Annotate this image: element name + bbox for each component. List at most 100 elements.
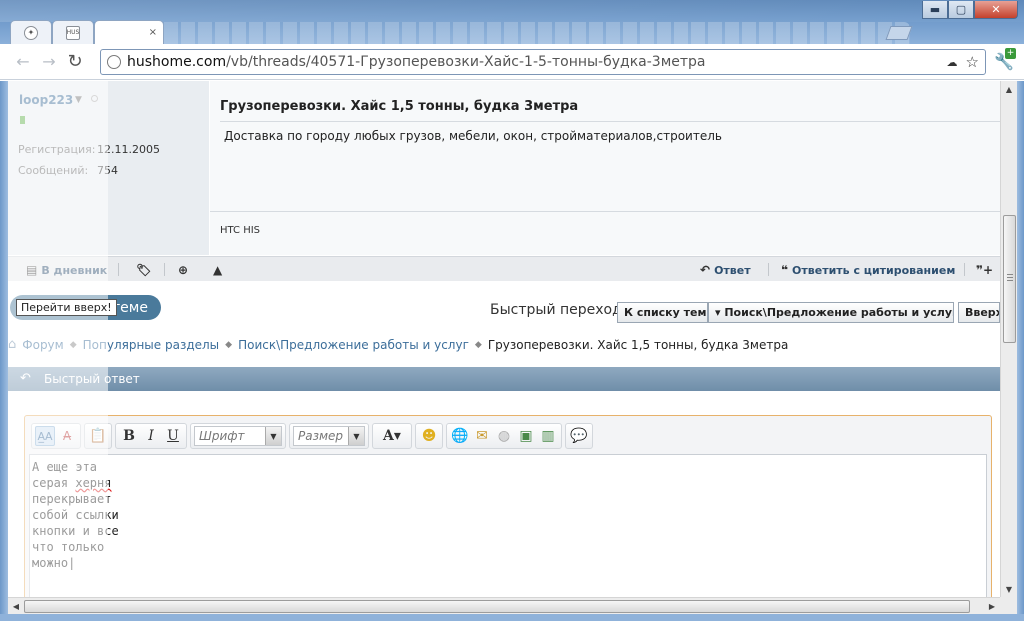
minimize-button[interactable]: ▬ [922, 1, 948, 19]
window-controls: ▬ ▢ ✕ [922, 1, 1018, 19]
close-window-button[interactable]: ✕ [974, 1, 1018, 19]
smilie-group: ☻ [415, 423, 443, 449]
font-select[interactable]: Шрифт ▼ [194, 426, 282, 446]
smilie-icon[interactable]: ☻ [419, 426, 439, 446]
breadcrumb-arrow-icon: ◆ [225, 339, 233, 350]
quote-icon: ❝ [781, 263, 789, 277]
home-icon[interactable]: ⌂ [8, 337, 16, 352]
post-signature: HTC HIS [220, 225, 261, 236]
horizontal-scrollbar[interactable]: ◀ ▶ [8, 597, 1000, 614]
forum-jump-button[interactable]: ▾ Поиск\Предложение работы и услуг [708, 302, 954, 323]
video-icon[interactable]: ▥ [538, 426, 558, 446]
quote-icon[interactable]: 💬 [569, 426, 589, 446]
breadcrumb-arrow-icon: ◆ [69, 339, 77, 350]
email-icon[interactable]: ✉ [472, 426, 492, 446]
tab-mercedes[interactable]: ✦ [10, 20, 52, 44]
multi-quote-icon[interactable]: ❞+ [976, 263, 993, 277]
window-frame-right [1017, 81, 1024, 621]
quick-reply-icon: ↶ [20, 371, 31, 386]
scroll-right-arrow-icon[interactable]: ▶ [984, 598, 1000, 614]
url-text: hushome.com/vb/threads/40571-Грузоперево… [127, 54, 706, 70]
quote-group: 💬 [565, 423, 593, 449]
font-group: Шрифт ▼ [190, 423, 286, 449]
footer-separator [164, 263, 165, 276]
thread-nav-pill-label[interactable]: теме [112, 300, 148, 316]
remove-format-icon[interactable]: A̶ [57, 426, 77, 446]
breadcrumb-arrow-icon: ◆ [474, 339, 482, 350]
breadcrumb: ⌂ Форум ◆ Популярные разделы ◆ Поиск\Пре… [8, 337, 788, 352]
chevron-down-icon: ▼ [348, 427, 364, 445]
size-group: Размер ▼ [289, 423, 369, 449]
reply-button[interactable]: ↶ Ответ [700, 263, 751, 277]
image-icon[interactable]: ▣ [516, 426, 536, 446]
reload-button[interactable]: ↻ [62, 49, 88, 75]
translate-icon[interactable]: ☁ [947, 56, 958, 71]
page-viewport: loop223 ▼ Регистрация: 12.11.2005 Сообще… [8, 81, 1000, 597]
window-frame-bottom [0, 614, 1024, 621]
extension-badge-icon[interactable]: + [1005, 48, 1016, 59]
page-info-icon[interactable] [107, 55, 121, 69]
reputation-bar [20, 116, 25, 124]
horizontal-scroll-thumb[interactable] [24, 600, 970, 613]
footer-separator [118, 263, 119, 276]
maximize-button[interactable]: ▢ [948, 1, 974, 19]
wysiwyg-mode-icon[interactable]: A̲A [35, 426, 55, 446]
registration-row: Регистрация: 12.11.2005 [18, 143, 160, 156]
title-divider [220, 121, 1000, 122]
format-group: B I U [115, 423, 187, 449]
quick-nav-label: Быстрый переход [490, 302, 622, 318]
offline-status-icon [91, 95, 98, 102]
report-globe-icon[interactable]: ⊕ [178, 263, 188, 277]
browser-toolbar: ← → ↻ hushome.com/vb/threads/40571-Грузо… [0, 44, 1024, 80]
scroll-down-arrow-icon[interactable]: ▼ [1001, 581, 1017, 597]
breadcrumb-current: Грузоперевозки. Хайс 1,5 тонны, будка 3м… [487, 337, 789, 352]
misspelled-word: херня [75, 476, 112, 490]
post-footer: ▤ В дневник 🏷 ⊕ ▲ ↶ Ответ ❝ Ответить с ц… [8, 256, 1000, 281]
text-cursor: | [68, 556, 76, 570]
window-frame-left [0, 81, 8, 621]
tab-hus[interactable]: HUS [52, 20, 94, 44]
vertical-scrollbar[interactable]: ▲ ▼ [1000, 81, 1017, 597]
breadcrumb-popular[interactable]: Популярные разделы [83, 338, 220, 352]
bookmark-star-icon[interactable]: ☆ [966, 53, 979, 71]
unlink-icon[interactable]: ◍ [494, 426, 514, 446]
address-bar[interactable]: hushome.com/vb/threads/40571-Грузоперево… [100, 49, 986, 75]
size-select[interactable]: Размер ▼ [293, 426, 365, 446]
footer-separator [964, 263, 965, 276]
forward-button[interactable]: → [36, 49, 62, 75]
reply-with-quote-button[interactable]: ❝ Ответить с цитированием [781, 263, 955, 277]
tag-icon[interactable]: 🏷 [136, 263, 151, 277]
goto-top-tooltip: Перейти вверх! [16, 299, 117, 316]
user-menu-caret-icon[interactable]: ▼ [75, 95, 82, 105]
scroll-up-button[interactable]: Вверх [958, 302, 1000, 323]
font-color-icon[interactable]: A▾ [376, 426, 408, 446]
link-icon[interactable]: 🌐 [450, 426, 470, 446]
omnibox-actions: ☁ ☆ [947, 53, 979, 71]
bold-icon[interactable]: B [119, 426, 139, 446]
mode-group: A̲A A̶ [31, 423, 81, 449]
paste-icon[interactable]: 📋 [88, 426, 108, 446]
quick-reply-header[interactable]: ↶ Быстрый ответ [8, 367, 1000, 391]
username-link[interactable]: loop223 [19, 93, 73, 107]
reply-arrow-icon: ↶ [700, 263, 711, 277]
back-button[interactable]: ← [10, 49, 36, 75]
italic-icon[interactable]: I [141, 426, 161, 446]
signature-divider [210, 211, 1000, 212]
scroll-up-arrow-icon[interactable]: ▲ [1001, 81, 1017, 97]
tab-bar: ✦ HUS × [10, 20, 164, 44]
chevron-down-icon: ▼ [265, 427, 281, 445]
vertical-scroll-thumb[interactable] [1003, 215, 1016, 343]
underline-icon[interactable]: U [163, 426, 183, 446]
reply-textarea[interactable]: А еще эта серая херня перекрывает собой … [29, 454, 987, 597]
warning-icon[interactable]: ▲ [213, 263, 222, 277]
diary-button[interactable]: ▤ В дневник [26, 263, 107, 277]
thread-list-button[interactable]: К списку тем [617, 302, 708, 323]
tab-active[interactable]: × [94, 20, 164, 44]
breadcrumb-forum[interactable]: Форум [22, 338, 63, 352]
breadcrumb-section[interactable]: Поиск\Предложение работы и услуг [238, 338, 469, 352]
color-group: A▾ [372, 423, 412, 449]
scroll-left-arrow-icon[interactable]: ◀ [8, 598, 24, 614]
post-body: Грузоперевозки. Хайс 1,5 тонны, будка 3м… [210, 81, 1000, 255]
close-tab-icon[interactable]: × [149, 27, 157, 38]
mercedes-logo-icon: ✦ [24, 25, 38, 40]
